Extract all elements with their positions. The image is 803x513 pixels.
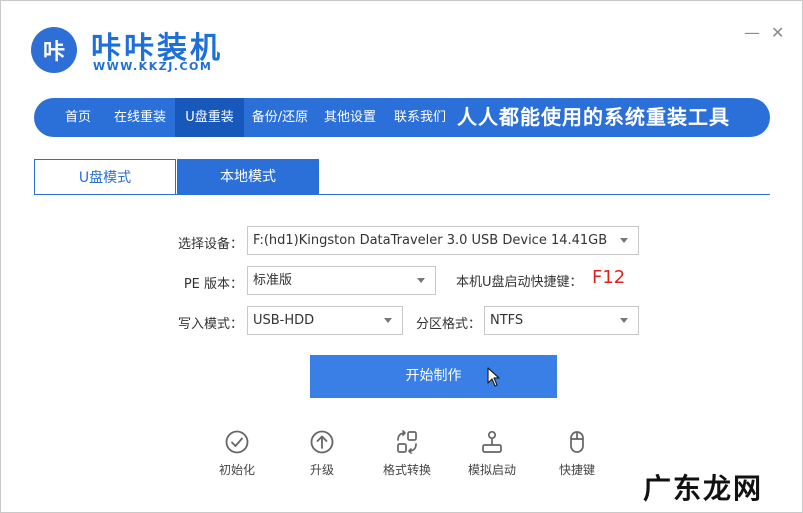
nav-item-contact-us[interactable]: 联系我们 [385, 98, 455, 137]
partition-format-label: 分区格式： [415, 317, 481, 332]
brand-logo: 咔 [31, 27, 77, 73]
partition-format-value: NTFS [490, 313, 524, 328]
app-window: 咔 咔咔装机 WWW.KKZJ.COM — ✕ 首页 在线重装 U盘重装 备份/… [0, 0, 803, 513]
tool-simulate-boot-label: 模拟启动 [467, 463, 516, 477]
chevron-down-icon [417, 278, 425, 283]
check-circle-icon [225, 430, 249, 454]
joystick-icon [482, 430, 502, 453]
nav-slogan: 人人都能使用的系统重装工具 [457, 105, 730, 129]
tool-shortcut-keys-label: 快捷键 [558, 463, 595, 477]
nav-item-online-reinstall[interactable]: 在线重装 [106, 98, 174, 137]
hotkey-label: 本机U盘启动快捷键： [456, 275, 583, 290]
mouse-cursor-icon [487, 367, 500, 387]
start-create-button[interactable]: 开始制作 [310, 355, 557, 398]
chevron-down-icon [620, 238, 628, 243]
tool-shortcut-keys[interactable]: 快捷键 [545, 429, 609, 478]
pe-version-select[interactable]: 标准版 [247, 266, 436, 295]
tool-simulate-boot[interactable]: 模拟启动 [460, 429, 524, 478]
tool-format-convert-label: 格式转换 [382, 463, 431, 477]
brand-url: WWW.KKZJ.COM [93, 60, 213, 73]
close-button[interactable]: ✕ [771, 25, 784, 41]
tool-upgrade[interactable]: 升级 [290, 429, 354, 478]
hotkey-value: F12 [592, 267, 626, 288]
chevron-down-icon [620, 318, 628, 323]
pe-version-label: PE 版本： [183, 277, 243, 292]
partition-format-select[interactable]: NTFS [484, 306, 639, 335]
tool-initialize[interactable]: 初始化 [205, 429, 269, 478]
watermark: 广东龙网 [643, 472, 764, 505]
write-mode-select[interactable]: USB-HDD [247, 306, 403, 335]
device-label: 选择设备： [177, 237, 243, 252]
write-mode-value: USB-HDD [253, 313, 315, 328]
logo-text: 咔 [42, 40, 65, 65]
tab-usb-mode[interactable]: U盘模式 [34, 159, 176, 195]
mouse-icon [570, 431, 584, 453]
tool-initialize-label: 初始化 [218, 463, 255, 477]
tool-upgrade-label: 升级 [309, 463, 334, 477]
upload-circle-icon [310, 430, 334, 454]
minimize-button[interactable]: — [744, 25, 760, 41]
pe-version-value: 标准版 [253, 273, 293, 288]
tab-divider [34, 194, 770, 195]
nav-item-backup-restore[interactable]: 备份/还原 [245, 98, 315, 137]
convert-icon [397, 430, 417, 454]
tab-local-mode[interactable]: 本地模式 [177, 159, 319, 195]
device-value: F:(hd1)Kingston DataTraveler 3.0 USB Dev… [253, 233, 608, 248]
nav-item-other-settings[interactable]: 其他设置 [315, 98, 385, 137]
tool-format-convert[interactable]: 格式转换 [375, 429, 439, 478]
device-select[interactable]: F:(hd1)Kingston DataTraveler 3.0 USB Dev… [247, 226, 639, 255]
nav-item-home[interactable]: 首页 [52, 98, 104, 137]
write-mode-label: 写入模式： [177, 317, 243, 332]
main-nav: 首页 在线重装 U盘重装 备份/还原 其他设置 联系我们 人人都能使用的系统重装… [34, 98, 770, 137]
nav-item-usb-reinstall[interactable]: U盘重装 [175, 98, 244, 137]
chevron-down-icon [384, 318, 392, 323]
